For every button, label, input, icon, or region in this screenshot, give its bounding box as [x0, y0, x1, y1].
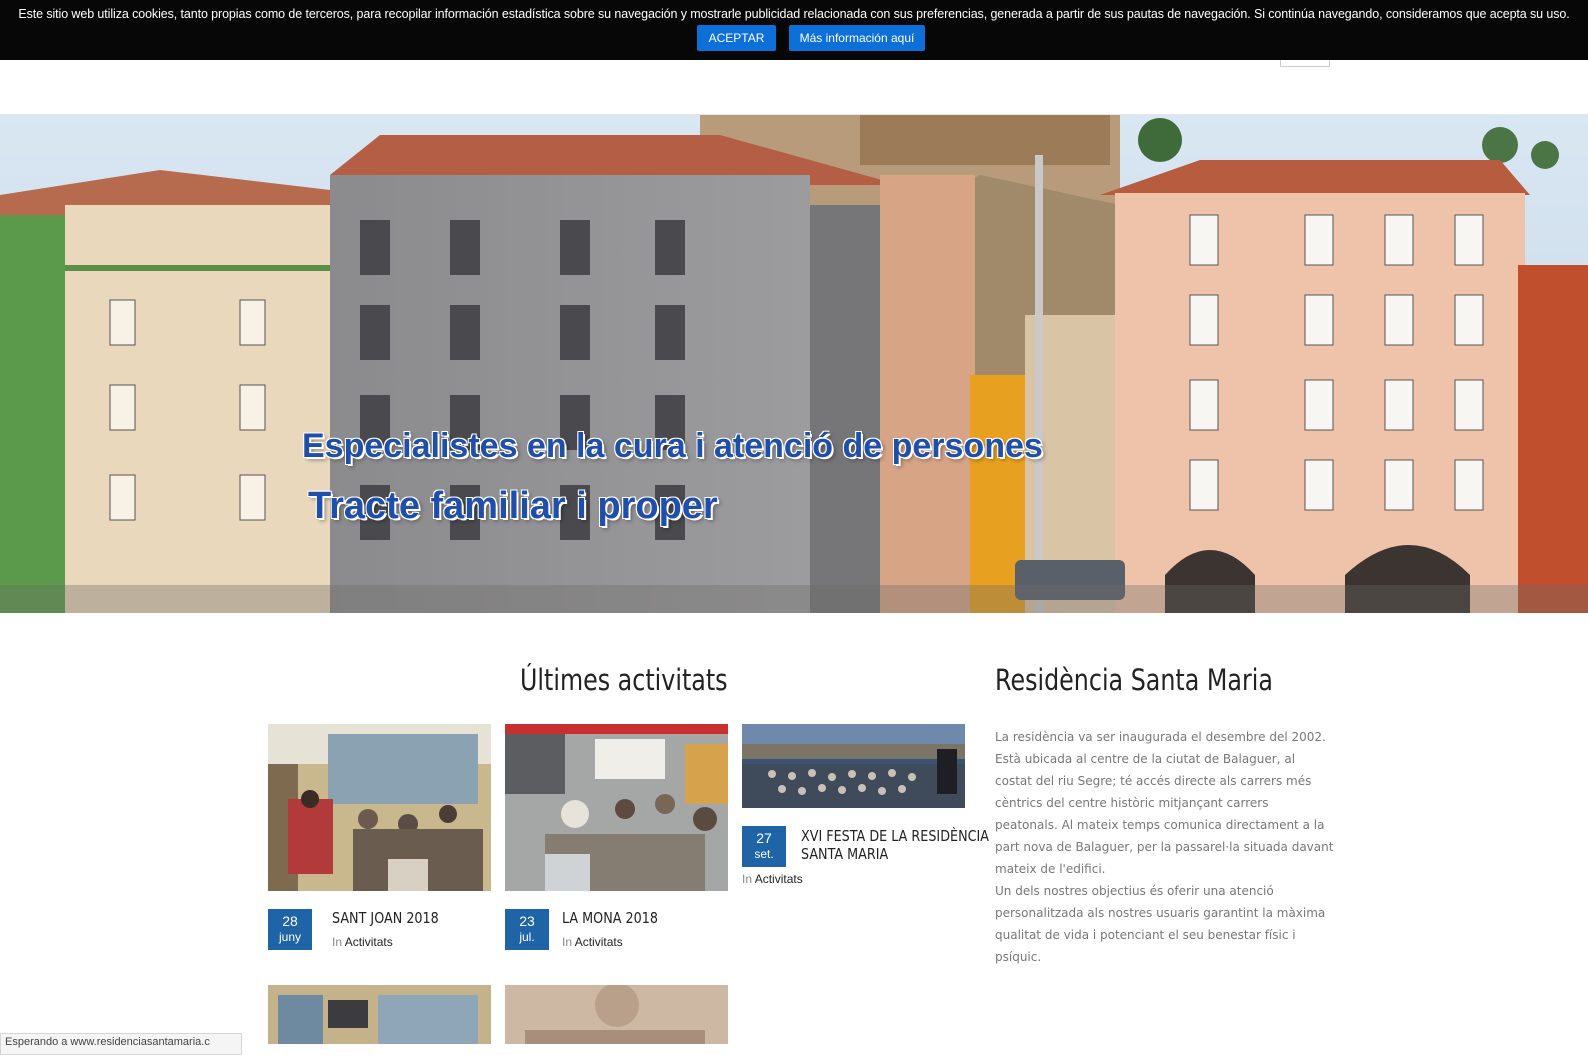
- accept-cookies-button[interactable]: ACEPTAR: [697, 25, 776, 51]
- residence-paragraph-1: La residència va ser inaugurada el desem…: [995, 730, 1334, 876]
- date-day: 23: [519, 913, 535, 929]
- activity-title-line2[interactable]: SANTA MARIA: [801, 845, 888, 864]
- activities-title: Últimes activitats: [520, 663, 728, 697]
- residence-description: La residència va ser inaugurada el desem…: [995, 726, 1335, 968]
- activity-card[interactable]: 28 juny SANT JOAN 2018 In Activitats: [268, 724, 491, 954]
- activity-category: In Activitats: [562, 935, 623, 949]
- hero-headline: Especialistes en la cura i atenció de pe…: [302, 427, 1043, 465]
- date-month: jul.: [519, 930, 535, 944]
- cookie-banner: Este sitio web utiliza cookies, tanto pr…: [0, 0, 1588, 60]
- category-prefix: In: [742, 872, 753, 886]
- date-badge: 27 set.: [742, 826, 786, 867]
- activity-photo[interactable]: [742, 724, 965, 808]
- main-navigation: [0, 60, 1588, 115]
- activity-card[interactable]: 27 set. XVI FESTA DE LA RESIDÈNCIA SANTA…: [742, 724, 989, 894]
- category-prefix: In: [332, 935, 343, 949]
- residence-paragraph-2: Un dels nostres objectius és oferir una …: [995, 884, 1326, 964]
- activity-title[interactable]: LA MONA 2018: [562, 909, 658, 928]
- activity-photo[interactable]: [268, 985, 491, 1044]
- activity-category: In Activitats: [742, 872, 803, 886]
- date-month: set.: [754, 847, 774, 861]
- date-day: 27: [756, 830, 772, 846]
- category-link[interactable]: Activitats: [345, 935, 393, 949]
- more-info-button[interactable]: Más información aquí: [789, 25, 925, 51]
- date-month: juny: [278, 930, 301, 944]
- activity-card[interactable]: [505, 985, 728, 1044]
- browser-status-bar: Esperando a www.residenciasantamaria.c: [0, 1033, 242, 1055]
- category-link[interactable]: Activitats: [755, 872, 803, 886]
- category-link[interactable]: Activitats: [575, 935, 623, 949]
- hero-photo: [0, 115, 1588, 613]
- activity-card[interactable]: 23 jul. LA MONA 2018 In Activitats: [505, 724, 728, 954]
- activity-photo[interactable]: [505, 985, 728, 1044]
- date-day: 28: [282, 913, 298, 929]
- activity-title-line1[interactable]: XVI FESTA DE LA RESIDÈNCIA: [801, 827, 989, 846]
- activity-photo[interactable]: [505, 724, 728, 891]
- cookie-message: Este sitio web utiliza cookies, tanto pr…: [18, 7, 1570, 21]
- nav-search-box[interactable]: [1280, 60, 1330, 67]
- hero-subheadline: Tracte familiar i proper: [308, 485, 718, 527]
- activity-title[interactable]: SANT JOAN 2018: [332, 909, 439, 928]
- date-badge: 28 juny: [268, 909, 312, 950]
- activity-photo[interactable]: [268, 724, 491, 891]
- category-prefix: In: [562, 935, 573, 949]
- residence-title: Residència Santa Maria: [995, 663, 1273, 697]
- hero-banner: Especialistes en la cura i atenció de pe…: [0, 115, 1588, 613]
- date-badge: 23 jul.: [505, 909, 549, 950]
- activity-category: In Activitats: [332, 935, 393, 949]
- activity-card[interactable]: [268, 985, 491, 1044]
